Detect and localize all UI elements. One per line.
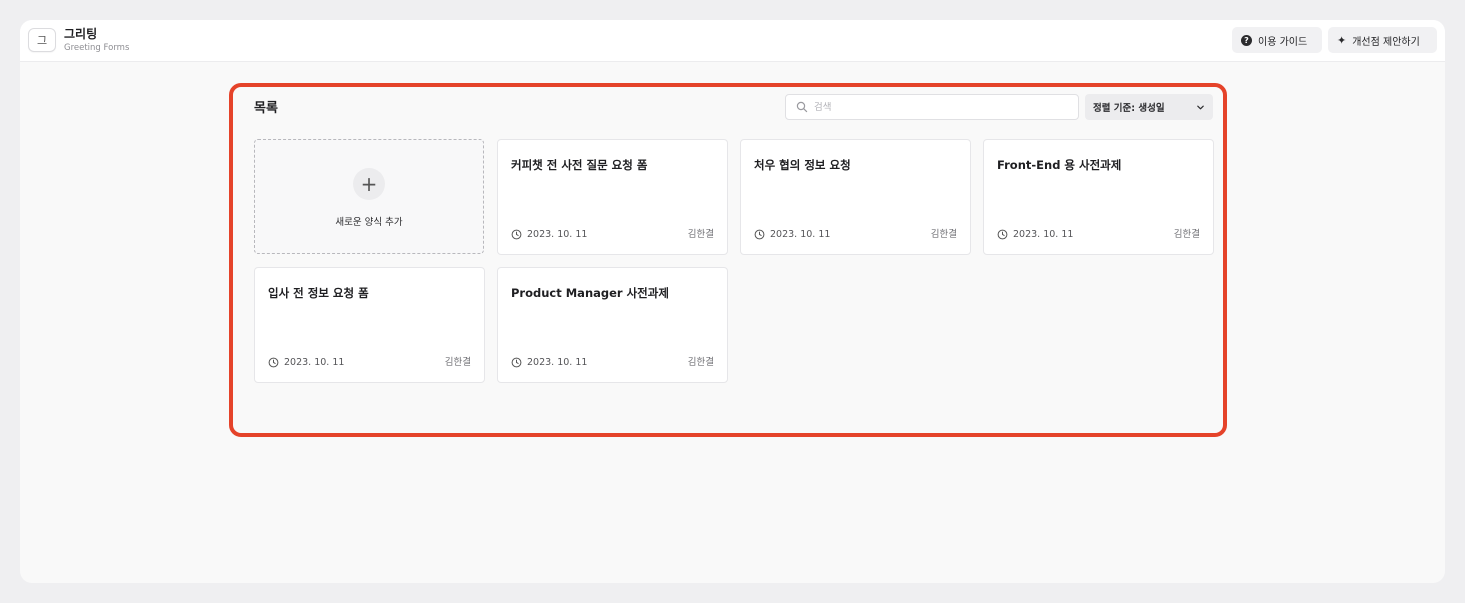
form-card-author: 김한결 [930, 229, 957, 240]
top-bar: 그 그리팅 Greeting Forms ? 이용 가이드 ✦ 개선점 제안하기 [20, 20, 1445, 62]
form-card-date-text: 2023. 10. 11 [527, 357, 588, 368]
list-title: 목록 [254, 101, 278, 116]
form-card[interactable]: 처우 협의 정보 요청 2023. 10. 11 김한결 [740, 139, 971, 255]
form-card-date-text: 2023. 10. 11 [770, 229, 831, 240]
sort-label: 정렬 기준: 생성일 [1093, 103, 1165, 114]
add-form-card[interactable]: + 새로운 양식 추가 [254, 139, 484, 254]
form-card-date: 2023. 10. 11 [997, 229, 1073, 240]
clock-icon [268, 357, 279, 368]
form-card-author: 김한결 [687, 229, 714, 240]
suggest-improvement-button[interactable]: ✦ 개선점 제안하기 [1328, 27, 1437, 53]
clock-icon [511, 357, 522, 368]
form-card[interactable]: Front-End 용 사전과제 2023. 10. 11 김한결 [983, 139, 1214, 255]
form-card-date: 2023. 10. 11 [511, 357, 587, 368]
form-card[interactable]: 입사 전 정보 요청 폼 2023. 10. 11 김한결 [254, 267, 485, 383]
form-card-title: Product Manager 사전과제 [511, 286, 669, 300]
search-box[interactable] [785, 94, 1079, 120]
app-logo[interactable]: 그 [28, 28, 56, 52]
form-card-date-text: 2023. 10. 11 [1013, 229, 1074, 240]
clock-icon [997, 229, 1008, 240]
plus-icon: + [353, 168, 385, 200]
form-card[interactable]: 커피챗 전 사전 질문 요청 폼 2023. 10. 11 김한결 [497, 139, 728, 255]
add-form-label: 새로운 양식 추가 [335, 217, 403, 228]
question-circle-icon: ? [1241, 34, 1252, 46]
form-card-title: 처우 협의 정보 요청 [754, 158, 851, 172]
form-card-author: 김한결 [1173, 229, 1200, 240]
form-card-date: 2023. 10. 11 [754, 229, 830, 240]
form-card-date: 2023. 10. 11 [268, 357, 344, 368]
form-card-author: 김한결 [444, 357, 471, 368]
app-window: 그 그리팅 Greeting Forms ? 이용 가이드 ✦ 개선점 제안하기 [20, 20, 1445, 583]
search-icon [796, 101, 808, 113]
app-title: 그리팅 [64, 27, 98, 41]
form-card-title: 커피챗 전 사전 질문 요청 폼 [511, 158, 648, 172]
form-card[interactable]: Product Manager 사전과제 2023. 10. 11 김한결 [497, 267, 728, 383]
sparkle-icon: ✦ [1337, 33, 1347, 47]
search-input[interactable] [814, 101, 1064, 113]
form-card-date-text: 2023. 10. 11 [527, 229, 588, 240]
usage-guide-button[interactable]: ? 이용 가이드 [1232, 27, 1322, 53]
sort-dropdown[interactable]: 정렬 기준: 생성일 [1085, 94, 1213, 120]
form-card-title: 입사 전 정보 요청 폼 [268, 286, 369, 300]
form-card-date-text: 2023. 10. 11 [284, 357, 345, 368]
chevron-down-icon [1197, 105, 1204, 109]
app-subtitle: Greeting Forms [64, 43, 130, 53]
suggest-improvement-label: 개선점 제안하기 [1352, 36, 1420, 48]
clock-icon [754, 229, 765, 240]
form-card-title: Front-End 용 사전과제 [997, 158, 1122, 172]
form-card-author: 김한결 [687, 357, 714, 368]
clock-icon [511, 229, 522, 240]
usage-guide-label: 이용 가이드 [1258, 36, 1308, 48]
form-card-date: 2023. 10. 11 [511, 229, 587, 240]
